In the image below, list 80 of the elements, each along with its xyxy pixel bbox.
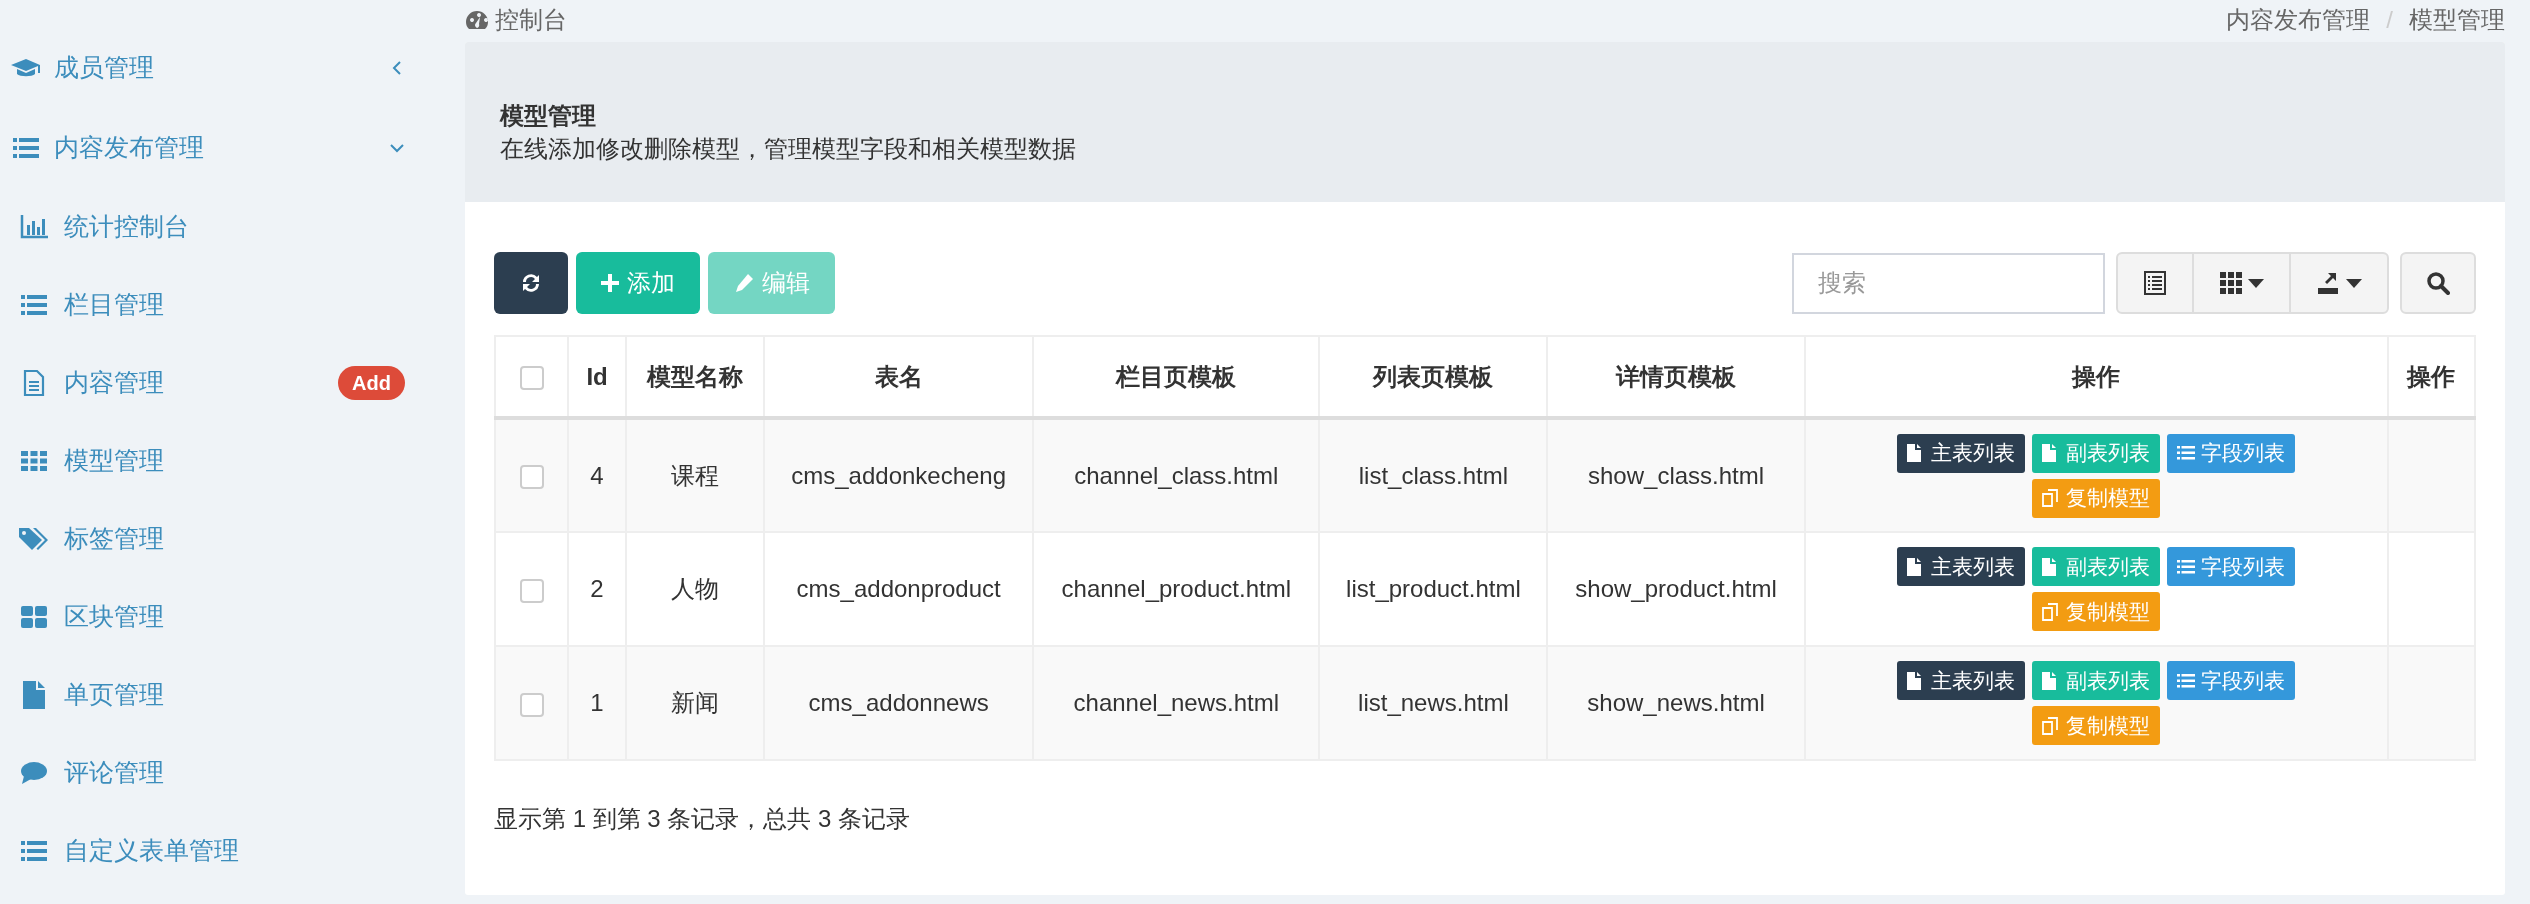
action-button[interactable]: 字段列表 (2167, 661, 2296, 700)
sidebar-item[interactable]: 成员管理 (0, 28, 465, 108)
panel-title: 模型管理 (500, 101, 597, 131)
checkbox[interactable] (519, 465, 544, 490)
copy-icon (2042, 716, 2061, 735)
column-header[interactable]: 详情页模板 (1547, 336, 1805, 418)
copy-icon (2042, 489, 2061, 507)
sidebar-item[interactable]: 模型管理 (0, 422, 465, 500)
sidebar-item[interactable]: 标签管理 (0, 500, 465, 578)
column-header[interactable]: 模型名称 (626, 336, 765, 418)
table-cell: list_news.html (1319, 646, 1548, 760)
speech-bubble-icon (20, 761, 48, 785)
list-icon (21, 295, 47, 315)
column-header[interactable]: Id (568, 336, 627, 418)
breadcrumb-link[interactable]: 内容发布管理 (2226, 2, 2371, 38)
checkbox[interactable] (519, 692, 544, 717)
breadcrumb-link[interactable]: 模型管理 (2409, 2, 2505, 38)
table-cell: channel_news.html (1033, 646, 1320, 760)
action-button[interactable]: 复制模型 (2032, 706, 2161, 745)
action-button[interactable]: 主表列表 (1897, 433, 2026, 473)
column-header[interactable]: 操作 (2387, 336, 2475, 418)
list-icon (2177, 444, 2196, 462)
table-cell: cms_addonnews (764, 646, 1034, 760)
action-button[interactable]: 字段列表 (2167, 547, 2296, 586)
search-button[interactable] (2400, 252, 2476, 314)
export-icon (2316, 271, 2340, 295)
table-cell: show_news.html (1547, 646, 1805, 760)
breadcrumb-separator: / (2386, 5, 2393, 35)
graduation-cap-icon (11, 57, 41, 79)
refresh-icon (520, 272, 542, 294)
add-button[interactable]: 添加 (576, 252, 700, 314)
action-button[interactable]: 复制模型 (2032, 592, 2161, 631)
column-header[interactable]: 操作 (1804, 336, 2388, 418)
copy-icon (2042, 602, 2061, 621)
sidebar-item[interactable]: 评论管理 (0, 734, 465, 812)
action-button[interactable]: 主表列表 (1897, 661, 2026, 700)
checkbox[interactable] (519, 578, 544, 603)
list-icon (2177, 557, 2196, 576)
badge: Add (338, 366, 405, 400)
action-button[interactable]: 副表列表 (2032, 661, 2161, 700)
grid-icon (2219, 272, 2242, 294)
table-cell: 新闻 (626, 646, 765, 760)
column-header[interactable]: 栏目页模板 (1033, 336, 1320, 418)
list-icon (13, 138, 39, 158)
checkbox[interactable] (519, 366, 544, 391)
caret-icon (2346, 278, 2362, 288)
sidebar-item[interactable]: 内容发布管理 (0, 108, 465, 188)
sidebar-item[interactable]: 单页管理 (0, 656, 465, 734)
column-header[interactable]: 列表页模板 (1319, 336, 1548, 418)
sidebar-item[interactable]: 内容管理 Add (0, 344, 465, 422)
action-button[interactable]: 主表列表 (1897, 547, 2026, 586)
bar-chart-icon (20, 215, 48, 239)
panel-description: 在线添加修改删除模型，管理模型字段和相关模型数据 (500, 134, 1077, 164)
action-button[interactable]: 复制模型 (2032, 478, 2161, 518)
document-icon (23, 369, 45, 397)
grid-icon (21, 451, 47, 471)
dashboard-icon (465, 9, 489, 31)
refresh-button[interactable] (494, 252, 568, 314)
sidebar-item[interactable]: 统计控制台 (0, 188, 465, 266)
caret-icon (2247, 278, 2264, 288)
action-button[interactable]: 字段列表 (2167, 433, 2296, 473)
pencil-icon (733, 273, 754, 293)
tags-icon (19, 526, 49, 552)
plus-icon (601, 274, 619, 292)
action-button[interactable]: 副表列表 (2032, 547, 2161, 586)
blocks-icon (21, 606, 47, 628)
search-field[interactable]: 搜索 (1792, 252, 2105, 314)
page-title: 控制台 (495, 5, 567, 35)
list-icon (2177, 671, 2196, 690)
sidebar-item[interactable]: 自定义表单管理 (0, 812, 465, 890)
sidebar-item[interactable]: 区块管理 (0, 578, 465, 656)
table-cell: 1 (568, 646, 627, 760)
list-icon (2144, 271, 2166, 295)
pagination-info: 显示第 1 到第 3 条记录，总共 3 条记录 (494, 804, 912, 834)
file-icon (23, 681, 45, 709)
list-icon (21, 841, 47, 861)
action-button[interactable]: 副表列表 (2032, 433, 2161, 473)
sidebar-item[interactable]: 栏目管理 (0, 266, 465, 344)
column-header[interactable]: 表名 (764, 336, 1034, 418)
search-icon (2426, 271, 2450, 295)
